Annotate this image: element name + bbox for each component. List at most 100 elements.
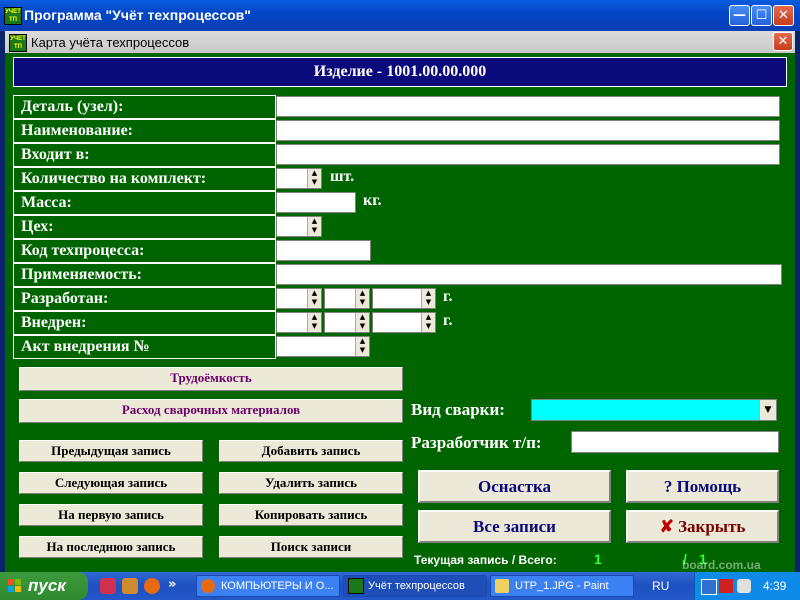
shop-label: Цех: (13, 215, 276, 239)
spinner-arrows[interactable]: ▲ ▼ (307, 217, 321, 236)
last-record-button[interactable]: На последнюю запись (19, 536, 203, 558)
spinner-arrows[interactable]: ▲ ▼ (355, 337, 369, 356)
child-close-button[interactable]: ✕ (773, 32, 793, 51)
app-icon: УЧЁТ ТП (4, 7, 22, 25)
implemented-year-spinner[interactable]: ▲ ▼ (372, 312, 436, 333)
name-input[interactable] (276, 120, 780, 141)
row-included: Входит в: (13, 143, 787, 167)
task-paint[interactable]: UTP_1.JPG - Paint (490, 575, 634, 597)
developer-input[interactable] (571, 431, 779, 453)
first-record-button[interactable]: На первую запись (19, 504, 203, 526)
developed-label: Разработан: (13, 287, 276, 311)
close-icon: ✘ (659, 517, 674, 536)
all-records-button[interactable]: Все записи (418, 510, 611, 543)
weld-type-label: Вид сварки: (411, 400, 505, 419)
spinner-arrows[interactable]: ▲ ▼ (307, 169, 321, 188)
maximize-button[interactable]: ☐ (751, 5, 772, 26)
developed-month-spinner[interactable]: ▲ ▼ (324, 288, 370, 309)
qty-spinner[interactable]: ▲ ▼ (276, 168, 322, 189)
row-act: Акт внедрения № ▲ ▼ (13, 335, 787, 359)
implemented-month-spinner[interactable]: ▲ ▼ (324, 312, 370, 333)
start-button[interactable]: пуск (0, 572, 88, 600)
spinner-arrows[interactable]: ▲ ▼ (307, 289, 321, 308)
welding-materials-button[interactable]: Расход сварочных материалов (19, 399, 403, 423)
current-record-number: 1 (594, 551, 602, 567)
spinner-arrows[interactable]: ▲ ▼ (421, 289, 435, 308)
process-code-label: Код техпроцесса: (13, 239, 276, 263)
row-implemented: Внедрен: ▲ ▼ ▲ ▼ ▲ ▼ г. (13, 311, 787, 335)
included-input[interactable] (276, 144, 780, 165)
start-label: пуск (28, 576, 66, 595)
applicability-input[interactable] (276, 264, 782, 285)
close-label: Закрыть (678, 517, 746, 536)
paint-icon (495, 579, 509, 593)
record-card: Изделие - 1001.00.00.000 Деталь (узел): … (5, 53, 795, 572)
quick-launch-chevron[interactable]: » (168, 577, 176, 592)
close-window-button[interactable]: ✕ (773, 5, 794, 26)
clock: 4:39 (763, 579, 787, 593)
title-bar[interactable]: УЧЁТ ТП Программа "Учёт техпроцессов" — … (0, 0, 800, 31)
task-browser[interactable]: КОМПЬЮТЕРЫ И О... (196, 575, 340, 597)
help-button[interactable]: ? Помощь (626, 470, 779, 503)
taskbar: пуск » КОМПЬЮТЕРЫ И О... Учёт техпроцесс… (0, 558, 800, 600)
minimize-button[interactable]: — (729, 5, 750, 26)
dropdown-arrow-icon[interactable]: ▼ (759, 400, 776, 420)
prev-record-button[interactable]: Предыдущая запись (19, 440, 203, 462)
spinner-arrows[interactable]: ▲ ▼ (355, 289, 369, 308)
shop-spinner[interactable]: ▲ ▼ (276, 216, 322, 237)
task-label: UTP_1.JPG - Paint (515, 580, 609, 592)
mass-input[interactable] (276, 192, 356, 213)
detail-label: Деталь (узел): (13, 95, 276, 119)
search-record-button[interactable]: Поиск записи (219, 536, 403, 558)
row-detail: Деталь (узел): (13, 95, 787, 119)
antivirus-icon[interactable] (719, 579, 733, 593)
help-icon: ? (663, 477, 673, 496)
add-record-button[interactable]: Добавить запись (219, 440, 403, 462)
name-label: Наименование: (13, 119, 276, 143)
row-mass: Масса: кг. (13, 191, 787, 215)
row-applicability: Применяемость: (13, 263, 787, 287)
implemented-unit: г. (443, 312, 453, 329)
tooling-button[interactable]: Оснастка (418, 470, 611, 503)
speaker-icon[interactable] (737, 579, 751, 593)
child-title-bar[interactable]: УЧЁТ ТП Карта учёта техпроцессов ✕ (5, 31, 795, 54)
labor-button[interactable]: Трудоёмкость (19, 367, 403, 391)
row-qty: Количество на комплект: ▲ ▼ шт. (13, 167, 787, 191)
spinner-arrows[interactable]: ▲ ▼ (421, 313, 435, 332)
task-label: Учёт техпроцессов (368, 580, 465, 592)
implemented-day-spinner[interactable]: ▲ ▼ (276, 312, 322, 333)
window-title: Программа "Учёт техпроцессов" (24, 7, 251, 23)
network-icon[interactable] (701, 579, 717, 595)
child-window-title: Карта учёта техпроцессов (31, 35, 190, 50)
help-label: Помощь (676, 477, 742, 496)
qty-label: Количество на комплект: (13, 167, 276, 191)
task-app[interactable]: Учёт техпроцессов (343, 575, 487, 597)
developer-label: Разработчик т/п: (411, 433, 542, 452)
watermark: board.com.ua (682, 558, 761, 572)
delete-record-button[interactable]: Удалить запись (219, 472, 403, 494)
next-record-button[interactable]: Следующая запись (19, 472, 203, 494)
mass-label: Масса: (13, 191, 276, 215)
record-status-label: Текущая запись / Всего: (414, 553, 557, 567)
act-label: Акт внедрения № (13, 335, 276, 359)
close-button[interactable]: ✘ Закрыть (626, 510, 779, 543)
firefox-icon (201, 579, 215, 593)
weld-type-combo[interactable]: ▼ (531, 399, 777, 421)
child-app-icon: УЧЁТ ТП (9, 34, 27, 52)
copy-record-button[interactable]: Копировать запись (219, 504, 403, 526)
detail-input[interactable] (276, 96, 780, 117)
spinner-arrows[interactable]: ▲ ▼ (307, 313, 321, 332)
heart-icon[interactable] (100, 578, 116, 594)
firefox-icon[interactable] (144, 578, 160, 594)
hand-icon[interactable] (122, 578, 138, 594)
language-indicator[interactable]: RU (652, 579, 669, 593)
process-code-input[interactable] (276, 240, 371, 261)
task-label: КОМПЬЮТЕРЫ И О... (221, 580, 334, 592)
applicability-label: Применяемость: (13, 263, 276, 287)
main-window: УЧЁТ ТП Программа "Учёт техпроцессов" — … (0, 0, 800, 572)
spinner-arrows[interactable]: ▲ ▼ (355, 313, 369, 332)
act-spinner[interactable]: ▲ ▼ (276, 336, 370, 357)
developed-day-spinner[interactable]: ▲ ▼ (276, 288, 322, 309)
row-shop: Цех: ▲ ▼ (13, 215, 787, 239)
developed-year-spinner[interactable]: ▲ ▼ (372, 288, 436, 309)
